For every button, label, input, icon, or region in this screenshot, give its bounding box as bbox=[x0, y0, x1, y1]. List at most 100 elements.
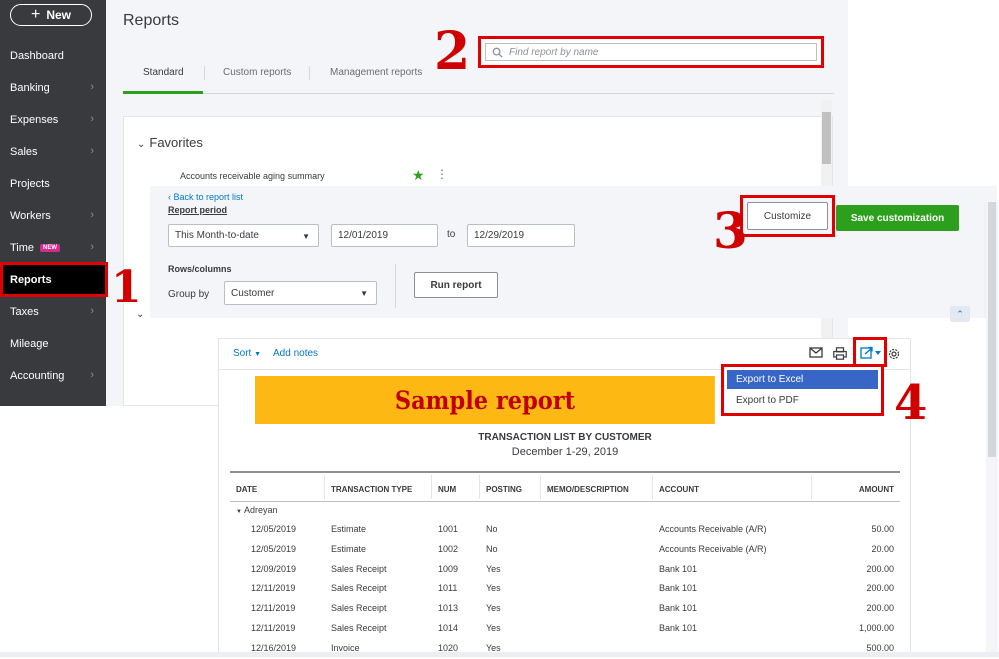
reports-highlight-box bbox=[0, 262, 108, 297]
sidebar-item-label: Accounting bbox=[10, 370, 65, 382]
sidebar-item-label: Expenses bbox=[10, 114, 59, 126]
sort-dropdown[interactable]: Sort ▼ bbox=[233, 348, 261, 359]
sidebar-item-time[interactable]: Time NEW › bbox=[0, 232, 106, 264]
group-by-select[interactable]: Customer ▼ bbox=[224, 281, 377, 305]
cell-amount: 200.00 bbox=[866, 603, 894, 614]
tab-custom-reports[interactable]: Custom reports bbox=[223, 67, 291, 78]
search-highlight-box: Find report by name bbox=[478, 36, 824, 68]
column-header-date[interactable]: DATE bbox=[236, 485, 257, 494]
chevron-right-icon: › bbox=[90, 145, 94, 157]
column-header-account[interactable]: ACCOUNT bbox=[659, 485, 699, 494]
scrollbar-thumb[interactable] bbox=[988, 202, 996, 457]
end-date-value: 12/29/2019 bbox=[474, 230, 525, 241]
end-date-input[interactable]: 12/29/2019 bbox=[467, 224, 575, 247]
save-customization-button[interactable]: Save customization bbox=[836, 205, 959, 231]
export-to-excel-item[interactable]: Export to Excel bbox=[727, 370, 878, 389]
more-options-icon[interactable]: ⋮ bbox=[436, 167, 448, 181]
cell-type: Sales Receipt bbox=[331, 563, 387, 574]
sidebar-item-expenses[interactable]: Expenses › bbox=[0, 104, 106, 136]
cell-account: Bank 101 bbox=[659, 603, 698, 614]
cell-amount: 200.00 bbox=[866, 563, 894, 574]
column-separator bbox=[431, 475, 432, 499]
column-header-num[interactable]: NUM bbox=[438, 485, 456, 494]
report-period-select[interactable]: This Month-to-date ▼ bbox=[168, 224, 319, 247]
table-row[interactable]: 12/11/2019 Sales Receipt 1014 Yes Bank 101 1,… bbox=[230, 623, 900, 639]
scrollbar-thumb[interactable] bbox=[822, 112, 831, 164]
cell-account: Bank 101 bbox=[659, 623, 698, 633]
active-tab-indicator bbox=[123, 91, 203, 94]
customize-button[interactable]: Customize bbox=[747, 202, 828, 230]
tab-standard[interactable]: Standard bbox=[143, 67, 184, 78]
table-row[interactable]: 12/05/2019 Estimate 1001 No Accounts Receiva… bbox=[230, 524, 900, 540]
cell-account: Accounts Receivable (A/R) bbox=[659, 524, 767, 534]
sidebar-item-mileage[interactable]: Mileage bbox=[0, 328, 106, 360]
sidebar-item-dashboard[interactable]: Dashboard bbox=[0, 40, 106, 72]
sidebar-item-projects[interactable]: Projects bbox=[0, 168, 106, 200]
plus-icon: + bbox=[30, 6, 41, 23]
page-title: Reports bbox=[123, 12, 180, 29]
window-scrollbar[interactable] bbox=[986, 200, 998, 657]
add-notes-link[interactable]: Add notes bbox=[273, 348, 318, 359]
chevron-up-icon[interactable]: ⌃ bbox=[950, 306, 970, 322]
sidebar-item-workers[interactable]: Workers › bbox=[0, 200, 106, 232]
table-row[interactable]: 12/05/2019 Estimate 1002 No Accounts Receiva… bbox=[230, 544, 900, 560]
column-header-amount[interactable]: AMOUNT bbox=[859, 485, 894, 494]
gear-icon[interactable] bbox=[887, 347, 901, 361]
rows-columns-label: Rows/columns bbox=[168, 264, 232, 274]
cell-num: 1009 bbox=[438, 563, 459, 574]
report-period-label: Report period bbox=[168, 205, 228, 215]
back-to-report-list-link[interactable]: ‹ Back to report list bbox=[168, 192, 243, 202]
caret-down-icon: ▼ bbox=[302, 232, 310, 241]
tab-management-reports[interactable]: Management reports bbox=[330, 67, 422, 78]
sidebar-item-label: Dashboard bbox=[10, 50, 64, 62]
favorites-section-header[interactable]: ⌄ Favorites bbox=[137, 135, 203, 150]
back-link-label: Back to report list bbox=[173, 192, 244, 202]
table-row[interactable]: 12/11/2019 Sales Receipt 1013 Yes Bank 101 20… bbox=[230, 603, 900, 619]
cell-posting: No bbox=[486, 524, 498, 534]
column-header-posting[interactable]: POSTING bbox=[486, 485, 522, 494]
cell-amount: 200.00 bbox=[866, 583, 894, 594]
group-name: Adreyan bbox=[243, 505, 278, 515]
star-icon[interactable]: ★ bbox=[412, 167, 425, 184]
chevron-right-icon: › bbox=[90, 369, 94, 381]
cell-num: 1001 bbox=[438, 524, 459, 534]
cell-num: 1011 bbox=[438, 583, 458, 594]
sidebar-item-accounting[interactable]: Accounting › bbox=[0, 360, 106, 392]
sidebar-item-label: Banking bbox=[10, 82, 50, 94]
report-date-range: December 1-29, 2019 bbox=[511, 446, 619, 458]
start-date-input[interactable]: 12/01/2019 bbox=[331, 224, 438, 247]
sidebar-item-taxes[interactable]: Taxes › bbox=[0, 296, 106, 328]
column-header-transaction-type[interactable]: TRANSACTION TYPE bbox=[331, 485, 412, 494]
tab-separator bbox=[204, 66, 205, 80]
table-row[interactable]: 12/09/2019 Sales Receipt 1009 Yes Bank 101 20… bbox=[230, 564, 900, 580]
report-period-value: This Month-to-date bbox=[175, 230, 259, 241]
column-separator bbox=[324, 475, 325, 499]
new-button[interactable]: + New bbox=[10, 4, 92, 26]
caret-down-icon: ▼ bbox=[236, 509, 242, 515]
sidebar-item-banking[interactable]: Banking › bbox=[0, 72, 106, 104]
column-header-memo[interactable]: MEMO/DESCRIPTION bbox=[547, 485, 629, 494]
export-icon[interactable] bbox=[860, 346, 882, 359]
chevron-right-icon: › bbox=[90, 305, 94, 317]
cell-num: 1014 bbox=[438, 623, 459, 633]
export-to-pdf-item[interactable]: Export to PDF bbox=[727, 391, 878, 410]
table-row[interactable]: 12/11/2019 Sales Receipt 1011 Yes Bank 101 20… bbox=[230, 583, 900, 599]
cell-date: 12/11/2019 bbox=[251, 583, 296, 594]
sidebar-item-sales[interactable]: Sales › bbox=[0, 136, 106, 168]
chevron-right-icon: › bbox=[90, 113, 94, 125]
sample-report-banner: Sample report bbox=[255, 376, 715, 424]
print-icon[interactable] bbox=[833, 347, 847, 360]
group-row-customer[interactable]: ▼ Adreyan bbox=[236, 505, 278, 515]
callout-number-1: 1 bbox=[111, 262, 142, 313]
email-icon[interactable] bbox=[809, 347, 823, 358]
tab-separator bbox=[309, 66, 310, 80]
favorite-report-link[interactable]: Accounts receivable aging summary bbox=[180, 171, 325, 181]
export-highlight-box bbox=[853, 337, 887, 367]
caret-down-icon: ▼ bbox=[254, 351, 262, 358]
search-input[interactable]: Find report by name bbox=[485, 43, 817, 61]
cell-amount: 20.00 bbox=[871, 543, 894, 554]
new-button-label: New bbox=[46, 8, 72, 22]
run-report-button[interactable]: Run report bbox=[414, 272, 498, 298]
divider bbox=[395, 264, 396, 308]
callout-number-3: 3 bbox=[713, 201, 748, 260]
